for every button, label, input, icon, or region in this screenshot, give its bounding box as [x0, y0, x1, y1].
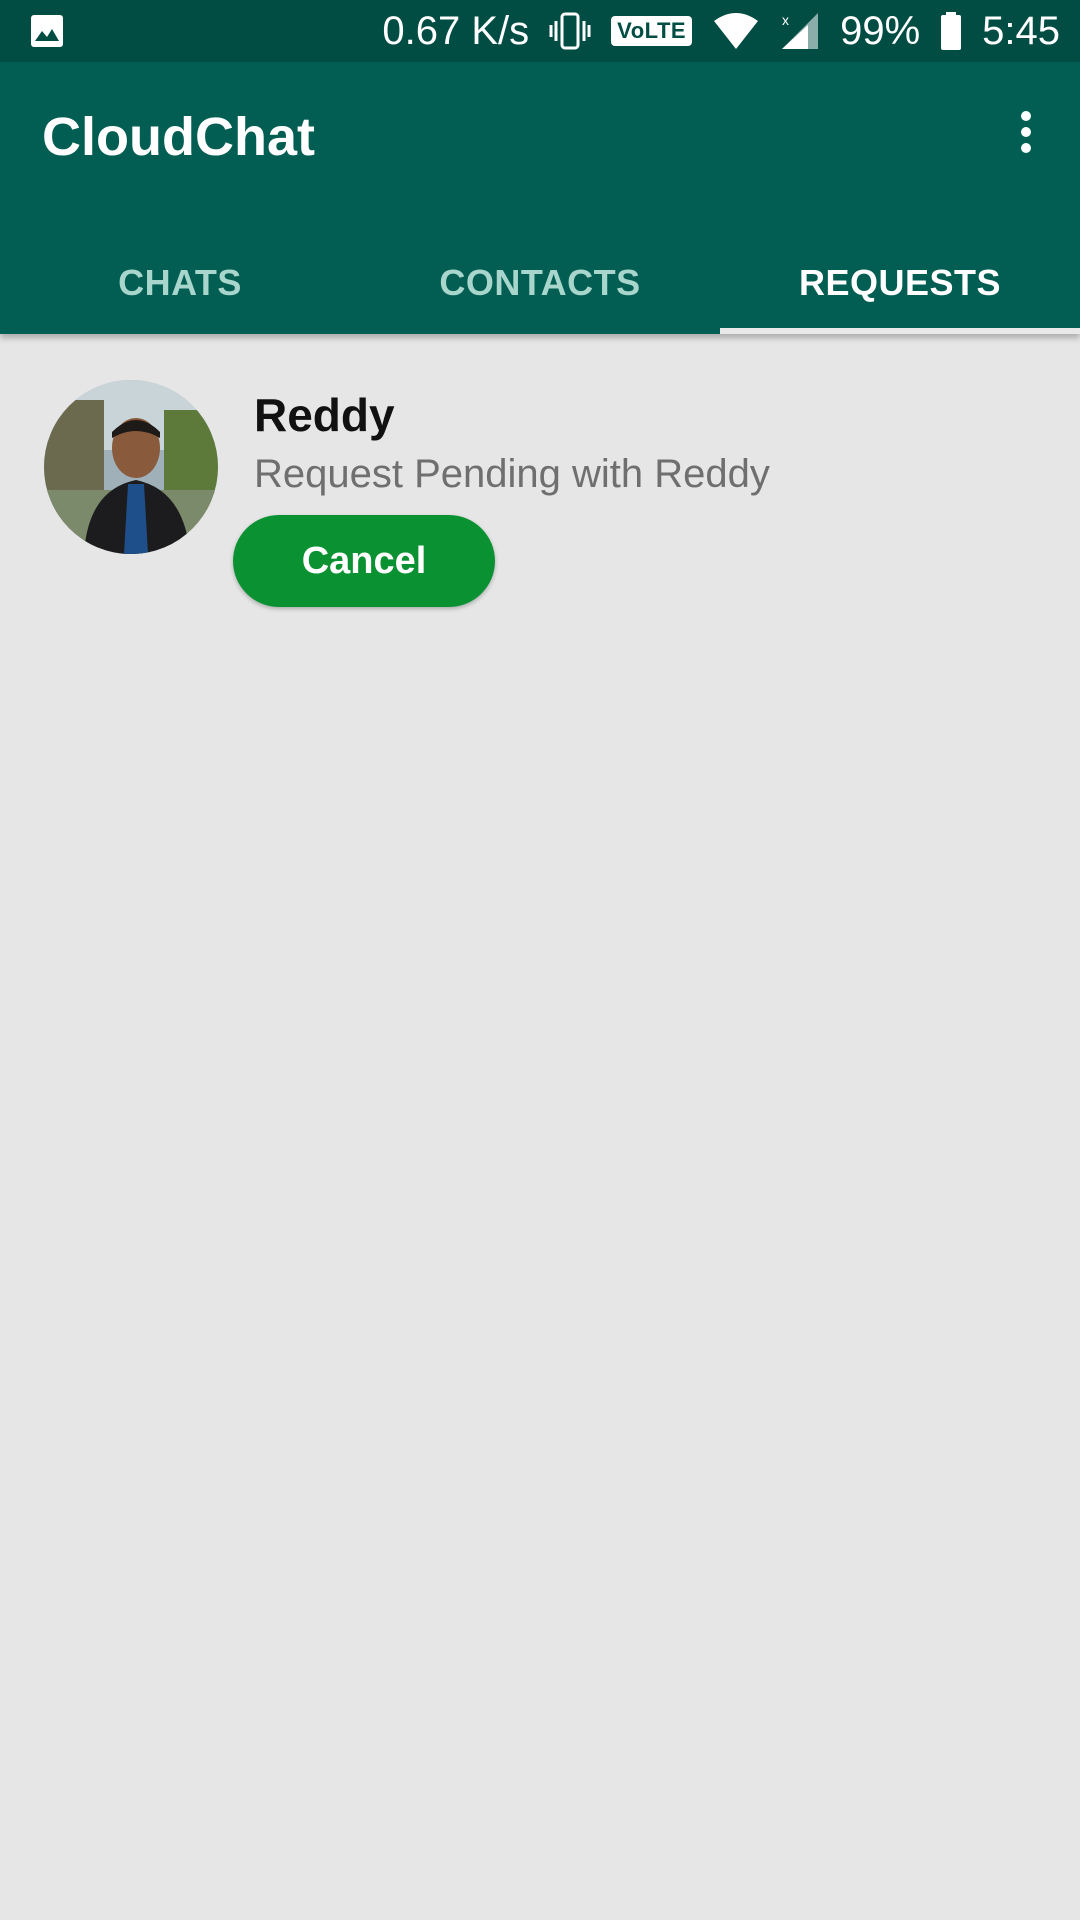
- clock: 5:45: [982, 8, 1060, 53]
- more-vert-icon: [1021, 111, 1031, 153]
- cell-signal-icon: x: [780, 11, 820, 51]
- status-bar: 0.67 K/s VoLTE x 99% 5:45: [0, 0, 1080, 62]
- network-speed: 0.67 K/s: [382, 8, 530, 53]
- cancel-request-button[interactable]: Cancel: [233, 515, 495, 607]
- tab-contacts[interactable]: CONTACTS: [360, 232, 720, 334]
- tab-requests[interactable]: REQUESTS: [720, 232, 1080, 334]
- avatar[interactable]: [44, 380, 218, 554]
- contact-name: Reddy: [254, 389, 395, 441]
- app-title: CloudChat: [42, 107, 315, 167]
- battery-icon: [940, 11, 962, 51]
- wifi-icon: [712, 11, 760, 51]
- request-list-item[interactable]: Reddy Request Pending with Reddy Cancel: [0, 372, 1080, 612]
- gallery-notification-icon: [31, 15, 63, 47]
- battery-percent: 99%: [840, 8, 921, 53]
- app-bar: CloudChat CHATS CONTACTS REQUESTS: [0, 62, 1080, 334]
- tab-chats[interactable]: CHATS: [0, 232, 360, 334]
- volte-icon: VoLTE: [611, 16, 693, 46]
- tab-bar: CHATS CONTACTS REQUESTS: [0, 232, 1080, 334]
- request-status-text: Request Pending with Reddy: [254, 452, 770, 496]
- vibrate-icon: [549, 11, 591, 51]
- svg-text:x: x: [782, 12, 789, 28]
- overflow-menu-button[interactable]: [996, 102, 1056, 162]
